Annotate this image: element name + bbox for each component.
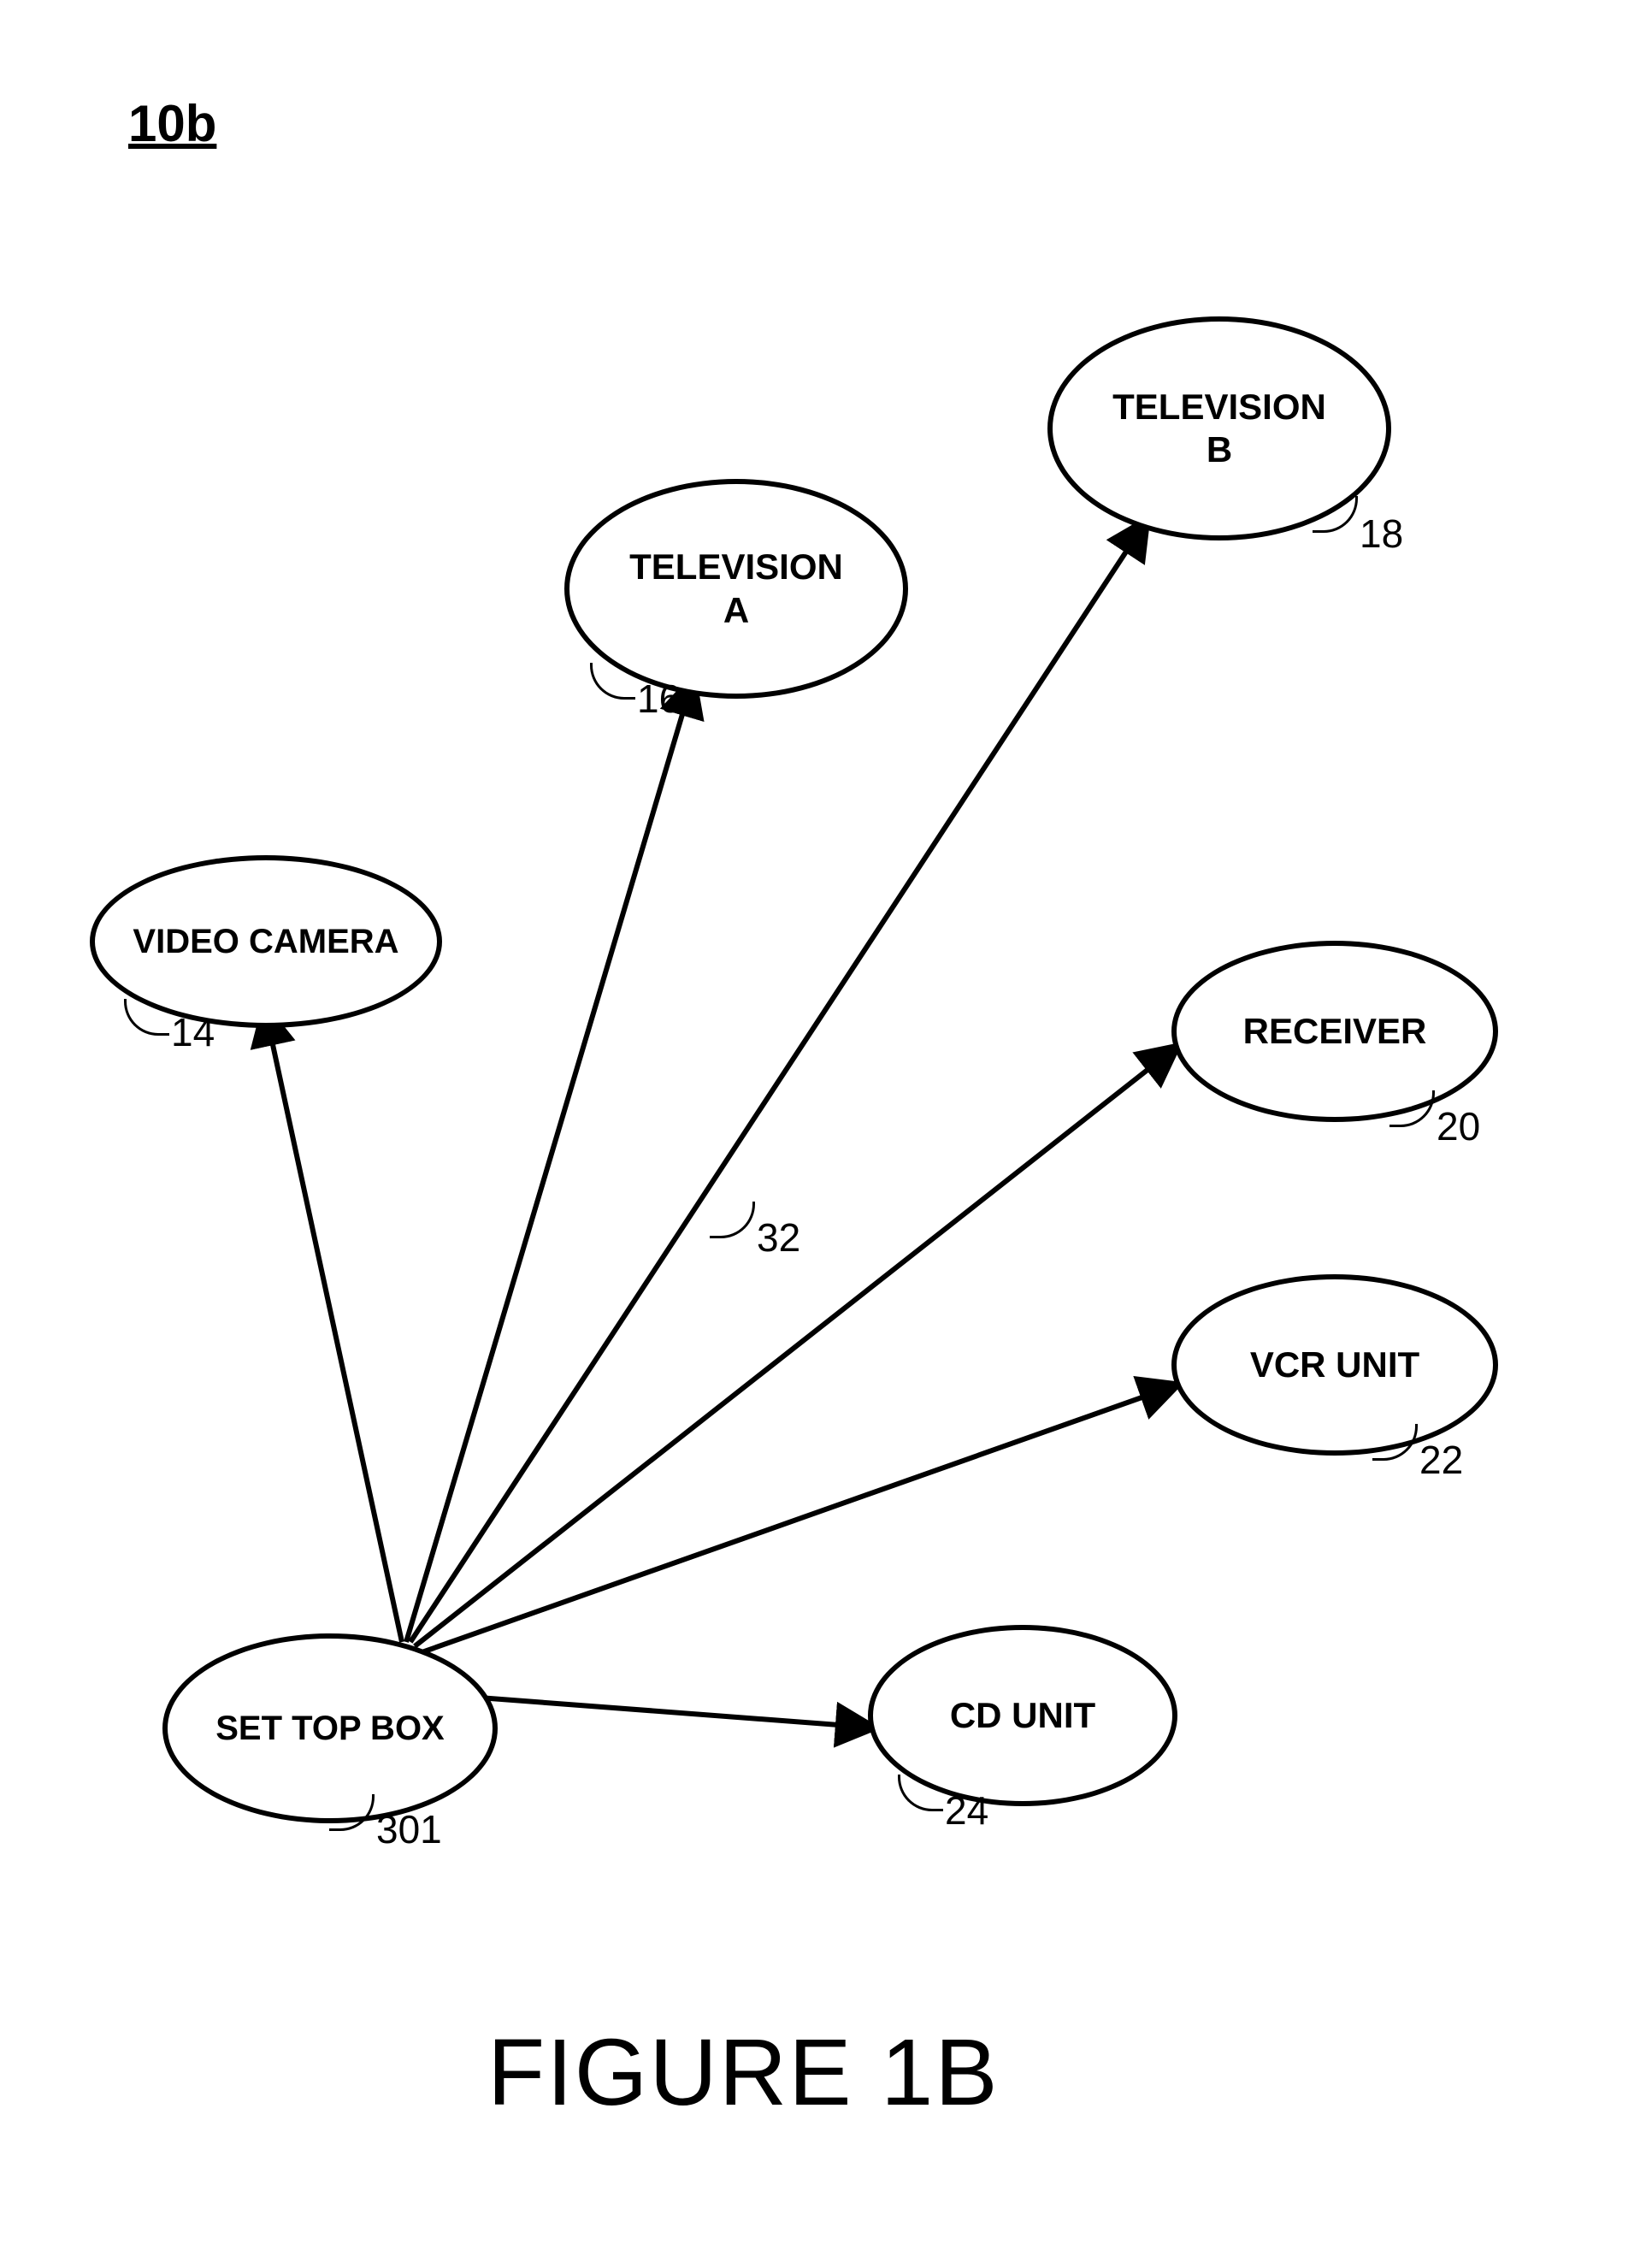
- node-label: VIDEO CAMERA: [133, 921, 398, 962]
- figure-caption: FIGURE 1B: [487, 2018, 1000, 2127]
- figure-canvas: 10b VIDEO CAMERA 14 TELEVISION A 16 TELE…: [0, 0, 1652, 2268]
- node-label: SET TOP BOX: [215, 1708, 444, 1749]
- figure-id: 10b: [128, 94, 216, 153]
- leader-vcr: [1372, 1424, 1418, 1461]
- ref-receiver: 20: [1437, 1103, 1480, 1149]
- leader-receiver: [1389, 1090, 1435, 1127]
- ref-arrow-32: 32: [757, 1214, 800, 1261]
- node-label: RECEIVER: [1243, 1010, 1427, 1053]
- ref-cd: 24: [945, 1787, 988, 1834]
- ref-stb: 301: [376, 1806, 442, 1852]
- node-label: TELEVISION A: [629, 546, 843, 632]
- ref-video-camera: 14: [171, 1009, 215, 1055]
- leader-arrow-32: [710, 1202, 755, 1238]
- ref-television-b: 18: [1360, 511, 1403, 557]
- leader-cd: [898, 1775, 943, 1811]
- node-receiver: RECEIVER: [1171, 941, 1498, 1122]
- node-label: VCR UNIT: [1250, 1344, 1419, 1386]
- leader-television-a: [590, 663, 635, 700]
- leader-video-camera: [124, 999, 169, 1036]
- leader-television-b: [1313, 496, 1358, 533]
- ref-vcr: 22: [1419, 1437, 1463, 1483]
- node-label: TELEVISION B: [1112, 386, 1326, 472]
- arrow-layer: [0, 0, 1652, 2268]
- node-vcr: VCR UNIT: [1171, 1274, 1498, 1456]
- node-label: CD UNIT: [950, 1694, 1095, 1737]
- ref-television-a: 16: [637, 676, 681, 722]
- leader-stb: [329, 1794, 375, 1831]
